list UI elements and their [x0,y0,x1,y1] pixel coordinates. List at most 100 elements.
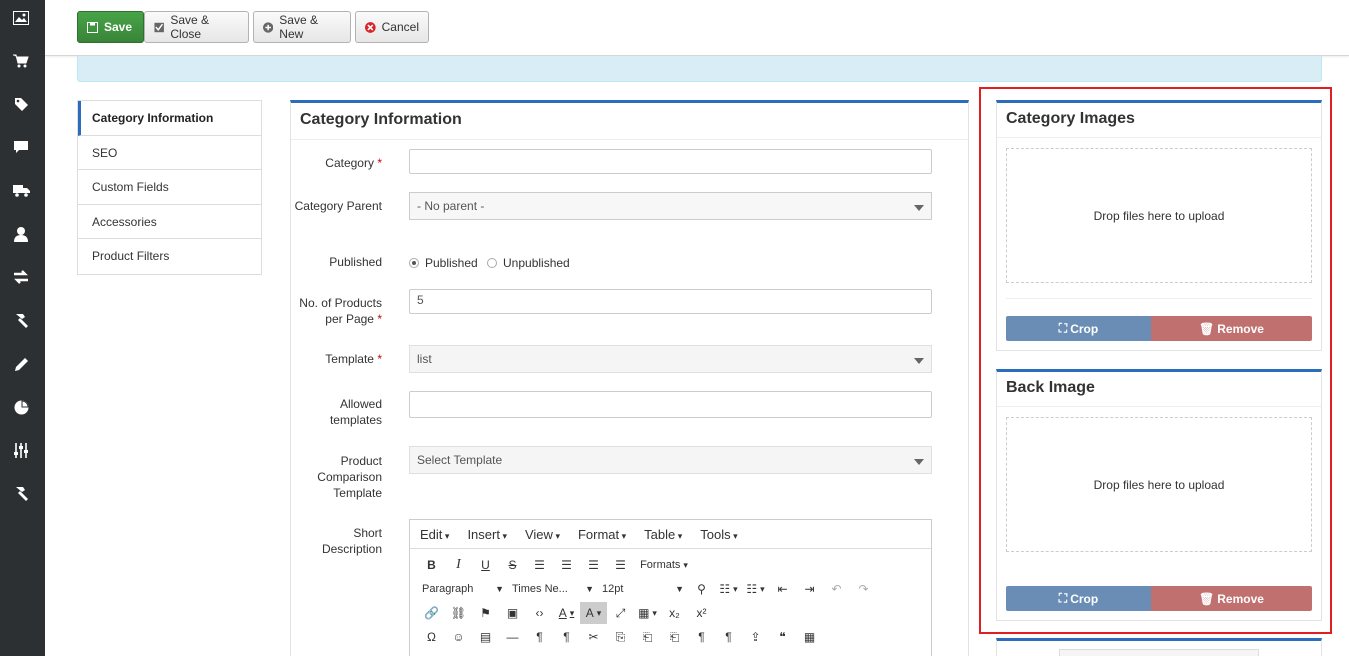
remove-button[interactable]: 🗑 Remove [1151,586,1312,611]
font-size-dropdown[interactable]: 12pt ▼ [598,578,688,600]
upload-icon[interactable]: ⇪ [742,626,769,648]
bold-icon[interactable]: B [418,554,445,576]
short-description-editor[interactable]: Edit Insert View Format Table Tools B I … [409,519,932,656]
tab-product-filters[interactable]: Product Filters [78,239,261,274]
sliders-icon[interactable] [12,441,30,459]
products-per-page-input[interactable]: 5 [409,289,932,314]
trash-icon: 🗑 [1199,321,1215,336]
fullscreen-icon[interactable]: ⤢ [607,602,634,624]
subscript-icon[interactable]: x₂ [661,602,688,624]
allowed-templates-input[interactable] [409,391,932,418]
trash-icon: 🗑 [1199,591,1215,606]
back-image-dropzone[interactable]: Drop files here to upload [1006,417,1312,552]
align-right-icon[interactable]: ☰ [580,554,607,576]
template-select[interactable]: list [409,345,932,373]
cancel-button[interactable]: Cancel [355,11,429,43]
cut-icon[interactable]: ✂ [580,626,607,648]
visual-aid-icon[interactable]: ▦ [796,626,823,648]
divider [997,406,1321,407]
truck-icon[interactable] [12,181,30,199]
comment-icon[interactable] [12,138,30,156]
divider [1006,298,1312,299]
back-image-card: Back Image Drop files here to upload ⛶ Cr… [996,369,1322,621]
copy-icon[interactable]: ⎘ [607,626,634,648]
bullet-list-icon[interactable]: ☷ [715,578,742,600]
menu-table[interactable]: Table [644,527,682,542]
align-left-icon[interactable]: ☰ [526,554,553,576]
outdent-icon[interactable]: ⇤ [769,578,796,600]
category-input[interactable] [409,149,932,174]
font-family-dropdown[interactable]: Times Ne... ▼ [508,578,598,600]
category-parent-select[interactable]: - No parent - [409,192,932,220]
image-icon[interactable]: ▣ [499,602,526,624]
tab-category-information[interactable]: Category Information [78,101,261,136]
indent-icon[interactable]: ⇥ [796,578,823,600]
emoticons-icon[interactable]: ☺ [445,626,472,648]
paste-text-icon[interactable]: ⎗ [661,626,688,648]
background-color-icon[interactable]: A [580,602,607,624]
text-color-icon[interactable]: A [553,602,580,624]
formats-dropdown[interactable]: Formats [634,554,694,576]
media-icon[interactable]: ▤ [472,626,499,648]
code-icon[interactable]: ‹› [526,602,553,624]
italic-icon[interactable]: I [445,554,472,576]
link-icon[interactable]: 🔗 [418,602,445,624]
editor-toolbar-row-4: Ω ☺ ▤ — ¶ ¶ ✂ ⎘ ⎗ ⎗ ¶ ¶ ⇪ ❝ ▦ [410,625,931,649]
blockquote-icon[interactable]: ❝ [769,626,796,648]
numbered-list-icon[interactable]: ☷ [742,578,769,600]
undo-icon[interactable]: ↶ [823,578,850,600]
underline-icon[interactable]: U [472,554,499,576]
category-images-dropzone[interactable]: Drop files here to upload [1006,148,1312,283]
superscript-icon[interactable]: x² [688,602,715,624]
tab-custom-fields[interactable]: Custom Fields [78,170,261,205]
menu-edit[interactable]: Edit [420,527,449,542]
exchange-icon[interactable] [12,268,30,286]
hammer-icon[interactable] [12,484,30,502]
menu-format[interactable]: Format [578,527,626,542]
back-image-actions: ⛶ Crop 🗑 Remove [1006,586,1312,611]
save-button[interactable]: Save [77,11,144,43]
align-center-icon[interactable]: ☰ [553,554,580,576]
horizontal-rule-icon[interactable]: — [499,626,526,648]
strikethrough-icon[interactable]: S [499,554,526,576]
comparison-template-label: Product Comparison Template [317,454,382,500]
pencil-icon[interactable] [12,355,30,373]
cart-icon[interactable] [12,52,30,70]
pie-chart-icon[interactable] [12,398,30,416]
menu-tools[interactable]: Tools [700,527,737,542]
hammer-icon[interactable] [12,311,30,329]
rtl-icon[interactable]: ¶ [553,626,580,648]
crop-button[interactable]: ⛶ Crop [1006,586,1151,611]
special-char-icon[interactable]: Ω [418,626,445,648]
tab-accessories[interactable]: Accessories [78,205,261,239]
crop-button[interactable]: ⛶ Crop [1006,316,1151,341]
divider [997,137,1321,138]
user-icon[interactable] [12,225,30,243]
tag-icon[interactable] [12,95,30,113]
menu-view[interactable]: View [525,527,560,542]
published-radio[interactable]: Published [409,256,478,270]
tab-seo[interactable]: SEO [78,136,261,170]
align-justify-icon[interactable]: ☰ [607,554,634,576]
anchor-icon[interactable]: ⚑ [472,602,499,624]
paste-icon[interactable]: ⎗ [634,626,661,648]
save-close-button[interactable]: Save & Close [144,11,249,43]
save-icon [87,21,98,33]
visual-chars-icon[interactable]: ¶ [688,626,715,648]
category-images-actions: ⛶ Crop 🗑 Remove [1006,316,1312,341]
unpublished-radio[interactable]: Unpublished [487,256,570,270]
save-new-button[interactable]: Save & New [253,11,351,43]
comparison-template-select[interactable]: Select Template [409,446,932,474]
action-toolbar: Save Save & Close Save & New Cancel [45,0,1349,56]
unlink-icon[interactable]: ⛓ [445,602,472,624]
published-label: Published [329,255,382,269]
remove-button[interactable]: 🗑 Remove [1151,316,1312,341]
menu-insert[interactable]: Insert [467,527,507,542]
ltr-icon[interactable]: ¶ [526,626,553,648]
redo-icon[interactable]: ↷ [850,578,877,600]
table-icon[interactable]: ▦ [634,602,661,624]
image-icon[interactable] [12,9,30,27]
show-blocks-icon[interactable]: ¶ [715,626,742,648]
paragraph-dropdown[interactable]: Paragraph ▼ [418,578,508,600]
find-replace-icon[interactable]: ⚲ [688,578,715,600]
